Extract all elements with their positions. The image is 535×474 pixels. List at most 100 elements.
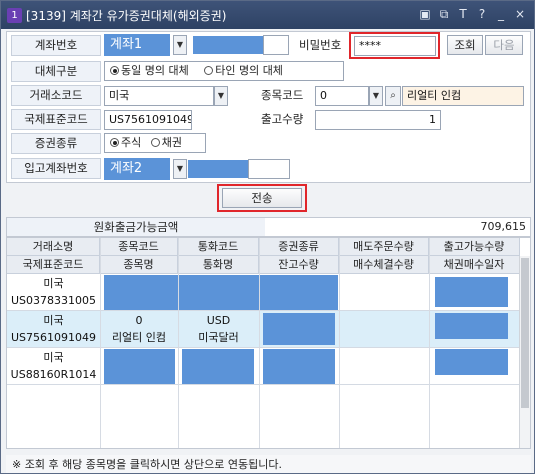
outgoing-qty-label: 출고수량 bbox=[261, 112, 304, 126]
title-bar: 1 [3139] 계좌간 유가증권대체(해외증권) ▣ ⧉ T ? _ × bbox=[1, 1, 534, 29]
next-button[interactable]: 다음 bbox=[485, 35, 523, 55]
copy-icon[interactable]: ⧉ bbox=[436, 6, 452, 23]
cell-isin: US0378331005 bbox=[10, 294, 97, 307]
masked-cell-block bbox=[435, 349, 508, 375]
radio-stock-label: 주식 bbox=[121, 136, 142, 149]
col-stock-name: 종목명 bbox=[100, 256, 178, 274]
available-amount-bar: 원화출금가능금액 709,615 bbox=[6, 217, 531, 237]
password-label: 비밀번호 bbox=[299, 38, 342, 52]
table-row[interactable]: 미국 US0378331005 bbox=[7, 274, 520, 311]
close-icon[interactable]: × bbox=[512, 6, 528, 23]
cell-exchange: 미국 bbox=[43, 314, 64, 327]
send-button[interactable]: 전송 bbox=[222, 188, 302, 208]
available-amount-value: 709,615 bbox=[480, 220, 527, 233]
masked-cell-block bbox=[435, 277, 508, 307]
available-amount-label: 원화출금가능금액 bbox=[7, 218, 265, 236]
masked-cell-block bbox=[263, 349, 335, 384]
query-button[interactable]: 조회 bbox=[447, 35, 483, 55]
stock-code-dropdown-button[interactable]: ▼ bbox=[369, 86, 383, 106]
transfer-form: 계좌번호 계좌1 ▼ 비밀번호 **** 조회 다음 대체구분 동일 명의 대체… bbox=[6, 31, 531, 183]
radio-stock[interactable]: 주식 bbox=[110, 136, 141, 149]
cell-isin: US88160R1014 bbox=[10, 368, 97, 381]
radio-bond-label: 채권 bbox=[161, 136, 182, 149]
cell-stock-name[interactable]: 리얼티 인컴 bbox=[100, 329, 178, 347]
scrollbar-thumb[interactable] bbox=[521, 258, 529, 408]
account-holder-field bbox=[263, 35, 289, 55]
col-exchange-name: 거래소명 bbox=[7, 238, 100, 256]
table-header-row1: 거래소명 종목코드 통화코드 증권종류 매도주문수량 출고가능수량 bbox=[7, 238, 520, 256]
cell-currency-code: USD bbox=[206, 314, 231, 327]
cell-isin: US7561091049 bbox=[10, 331, 97, 344]
isin-field: US7561091049 bbox=[104, 110, 192, 130]
col-sell-order-qty: 매도주문수량 bbox=[339, 238, 429, 256]
table-row[interactable]: 미국 US7561091049 0 리얼티 인컴 USD 미국달러 bbox=[7, 311, 520, 348]
incoming-account-label: 입고계좌번호 bbox=[11, 158, 101, 179]
search-icon[interactable]: ⌕ bbox=[385, 86, 401, 106]
masked-cell-block bbox=[104, 275, 338, 310]
send-bar: 전송 bbox=[6, 184, 531, 214]
radio-same-owner[interactable]: 동일 명의 대체 bbox=[110, 64, 189, 77]
cell-currency-name: 미국달러 bbox=[198, 331, 239, 344]
help-icon[interactable]: ? bbox=[474, 6, 490, 23]
table-header-row2: 국제표준코드 종목명 통화명 잔고수량 매수체결수량 채권매수일자 bbox=[7, 256, 520, 274]
app-number-icon: 1 bbox=[7, 8, 22, 23]
transfer-type-radio-group: 동일 명의 대체 타인 명의 대체 bbox=[104, 61, 344, 81]
cell-stock-code: 0 bbox=[135, 314, 143, 327]
minimize-icon[interactable]: _ bbox=[493, 6, 509, 23]
window-icon[interactable]: ▣ bbox=[417, 6, 433, 23]
column-divider bbox=[178, 238, 179, 448]
masked-cell-block bbox=[263, 313, 335, 345]
column-divider bbox=[100, 238, 101, 448]
masked-cell-block bbox=[182, 349, 254, 384]
radio-other-owner[interactable]: 타인 명의 대체 bbox=[204, 64, 283, 77]
account-dropdown-button[interactable]: ▼ bbox=[173, 35, 187, 55]
outgoing-qty-input[interactable]: 1 bbox=[315, 110, 441, 130]
window-title: [3139] 계좌간 유가증권대체(해외증권) bbox=[26, 9, 227, 23]
col-isin: 국제표준코드 bbox=[7, 256, 100, 274]
column-divider bbox=[339, 238, 340, 448]
stock-code-label: 종목코드 bbox=[261, 88, 304, 102]
isin-label: 국제표준코드 bbox=[11, 109, 101, 130]
security-type-label: 증권종류 bbox=[11, 133, 101, 154]
col-bond-buy-date: 채권매수일자 bbox=[429, 256, 520, 274]
col-balance-qty: 잔고수량 bbox=[259, 256, 339, 274]
account-select[interactable]: 계좌1 bbox=[104, 34, 170, 56]
col-security-type: 증권종류 bbox=[259, 238, 339, 256]
security-type-radio-group: 주식 채권 bbox=[104, 133, 206, 153]
text-icon[interactable]: T bbox=[455, 6, 471, 23]
cell-exchange: 미국 bbox=[43, 351, 64, 364]
table-scrollbar[interactable] bbox=[519, 256, 530, 448]
radio-unselected-icon bbox=[150, 138, 160, 147]
column-divider bbox=[259, 238, 260, 448]
account-label: 계좌번호 bbox=[11, 35, 101, 56]
stock-code-input[interactable]: 0 bbox=[315, 86, 369, 106]
col-currency-code: 통화코드 bbox=[178, 238, 259, 256]
radio-selected-icon bbox=[110, 66, 119, 75]
masked-cell-block bbox=[104, 349, 175, 384]
incoming-account-holder-field bbox=[248, 159, 290, 179]
holdings-table: 거래소명 종목코드 통화코드 증권종류 매도주문수량 출고가능수량 국제표준코드… bbox=[6, 237, 531, 449]
incoming-account-dropdown-button[interactable]: ▼ bbox=[173, 159, 187, 179]
radio-same-owner-label: 동일 명의 대체 bbox=[121, 64, 189, 77]
incoming-account-select[interactable]: 계좌2 bbox=[104, 158, 170, 180]
exchange-dropdown-button[interactable]: ▼ bbox=[214, 86, 228, 106]
footer-note: ※ 조회 후 해당 종목명을 클릭하시면 상단으로 연동됩니다. bbox=[6, 455, 531, 473]
column-divider bbox=[429, 238, 430, 448]
account-number-masked bbox=[193, 36, 263, 54]
incoming-account-number-masked bbox=[188, 160, 248, 178]
col-currency-name: 통화명 bbox=[178, 256, 259, 274]
exchange-code-label: 거래소코드 bbox=[11, 85, 101, 106]
exchange-code-select[interactable]: 미국 bbox=[104, 86, 214, 106]
masked-cell-block bbox=[435, 313, 508, 339]
table-row[interactable]: 미국 US88160R1014 bbox=[7, 348, 520, 385]
radio-selected-icon bbox=[110, 138, 119, 147]
radio-unselected-icon bbox=[204, 66, 214, 75]
col-stock-code: 종목코드 bbox=[100, 238, 178, 256]
radio-bond[interactable]: 채권 bbox=[150, 136, 182, 149]
col-buy-filled-qty: 매수체결수량 bbox=[339, 256, 429, 274]
radio-other-owner-label: 타인 명의 대체 bbox=[215, 64, 283, 77]
cell-exchange: 미국 bbox=[43, 277, 64, 290]
col-outgoing-available-qty: 출고가능수량 bbox=[429, 238, 520, 256]
transfer-window: 1 [3139] 계좌간 유가증권대체(해외증권) ▣ ⧉ T ? _ × 계좌… bbox=[0, 0, 535, 474]
password-highlight bbox=[349, 32, 440, 59]
